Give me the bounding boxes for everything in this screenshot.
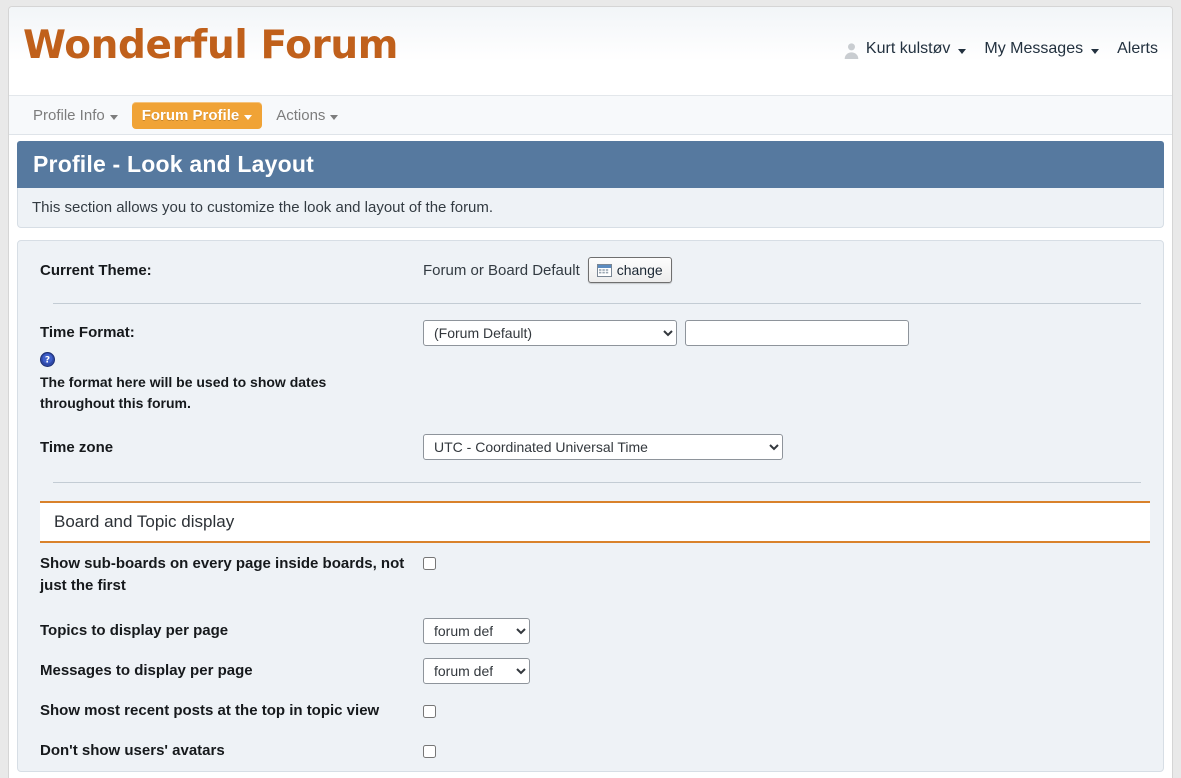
time-format-input[interactable] xyxy=(685,320,909,346)
page-description: This section allows you to customize the… xyxy=(17,188,1164,228)
time-format-row: Time Format: ? The format here will be u… xyxy=(18,320,1163,414)
time-zone-select[interactable]: UTC - Coordinated Universal Time xyxy=(423,434,783,460)
time-format-label-group: Time Format: ? The format here will be u… xyxy=(40,320,423,414)
topics-per-page-label: Topics to display per page xyxy=(40,622,229,639)
my-messages-menu[interactable]: My Messages xyxy=(984,40,1100,58)
current-theme-value-group: Forum or Board Default change xyxy=(423,257,672,283)
alerts-link[interactable]: Alerts xyxy=(1117,40,1158,58)
board-topic-section-header: Board and Topic display xyxy=(40,501,1150,543)
page-title: Profile - Look and Layout xyxy=(17,141,1164,188)
svg-text:?: ? xyxy=(45,356,50,366)
divider xyxy=(53,303,1141,304)
help-circle-icon[interactable]: ? xyxy=(40,352,55,367)
recent-posts-top-checkbox[interactable] xyxy=(423,704,436,718)
grid-icon xyxy=(596,263,612,277)
chevron-down-icon xyxy=(109,114,118,120)
tab-actions[interactable]: Actions xyxy=(266,102,348,129)
alerts-label: Alerts xyxy=(1117,40,1158,57)
user-account-menu[interactable]: Kurt kulstøv xyxy=(843,40,967,59)
current-theme-row: Current Theme: Forum or Board Default ch… xyxy=(18,257,1163,285)
recent-posts-top-label: Show most recent posts at the top in top… xyxy=(40,702,380,719)
chevron-down-icon xyxy=(244,114,253,120)
forum-page: Wonderful Forum Kurt kulstøv My Messages… xyxy=(8,6,1173,778)
show-subboards-checkbox[interactable] xyxy=(423,557,436,570)
chevron-down-icon xyxy=(330,114,339,120)
username-label: Kurt kulstøv xyxy=(865,40,951,57)
profile-nav-bar: Profile Info Forum Profile Actions xyxy=(9,95,1172,135)
option-row-hide-avatars: Don't show users' avatars xyxy=(18,731,1163,771)
current-theme-value: Forum or Board Default xyxy=(423,261,580,279)
time-zone-row: Time zone UTC - Coordinated Universal Ti… xyxy=(18,434,1163,460)
time-zone-controls: UTC - Coordinated Universal Time xyxy=(423,434,783,460)
divider xyxy=(53,482,1141,483)
current-theme-label: Current Theme: xyxy=(40,262,152,279)
show-subboards-label: Show sub-boards on every page inside boa… xyxy=(40,555,405,594)
time-format-label: Time Format: xyxy=(40,324,135,341)
option-row-show-subboards: Show sub-boards on every page inside boa… xyxy=(18,553,1163,597)
hide-avatars-checkbox[interactable] xyxy=(423,744,436,758)
my-messages-label: My Messages xyxy=(984,40,1084,57)
site-header: Wonderful Forum Kurt kulstøv My Messages… xyxy=(9,7,1172,95)
time-format-select[interactable]: (Forum Default) xyxy=(423,320,677,346)
tab-profile-info[interactable]: Profile Info xyxy=(23,102,128,129)
topics-per-page-select[interactable]: forum default xyxy=(423,618,530,644)
time-format-controls: (Forum Default) xyxy=(423,320,909,346)
site-title: Wonderful Forum xyxy=(23,23,398,68)
tab-profile-info-label: Profile Info xyxy=(33,106,105,124)
change-theme-button[interactable]: change xyxy=(587,257,672,283)
look-and-layout-form: Current Theme: Forum or Board Default ch… xyxy=(17,240,1164,772)
user-menu-bar: Kurt kulstøv My Messages Alerts xyxy=(843,40,1158,59)
time-zone-label: Time zone xyxy=(40,439,114,456)
option-row-topics-per-page: Topics to display per page forum default xyxy=(18,611,1163,651)
hide-avatars-label: Don't show users' avatars xyxy=(40,742,225,759)
chevron-down-icon xyxy=(1091,48,1100,54)
avatar-icon xyxy=(843,42,860,59)
tab-forum-profile-label: Forum Profile xyxy=(141,106,240,124)
option-row-messages-per-page: Messages to display per page forum defau… xyxy=(18,651,1163,691)
change-theme-label: change xyxy=(616,262,663,278)
messages-per-page-select[interactable]: forum default xyxy=(423,658,530,684)
messages-per-page-label: Messages to display per page xyxy=(40,662,253,679)
tab-actions-label: Actions xyxy=(276,106,326,124)
option-row-recent-posts-top: Show most recent posts at the top in top… xyxy=(18,691,1163,731)
chevron-down-icon xyxy=(958,48,967,54)
tab-forum-profile[interactable]: Forum Profile xyxy=(131,101,263,129)
time-format-hint: The format here will be used to show dat… xyxy=(40,374,327,411)
